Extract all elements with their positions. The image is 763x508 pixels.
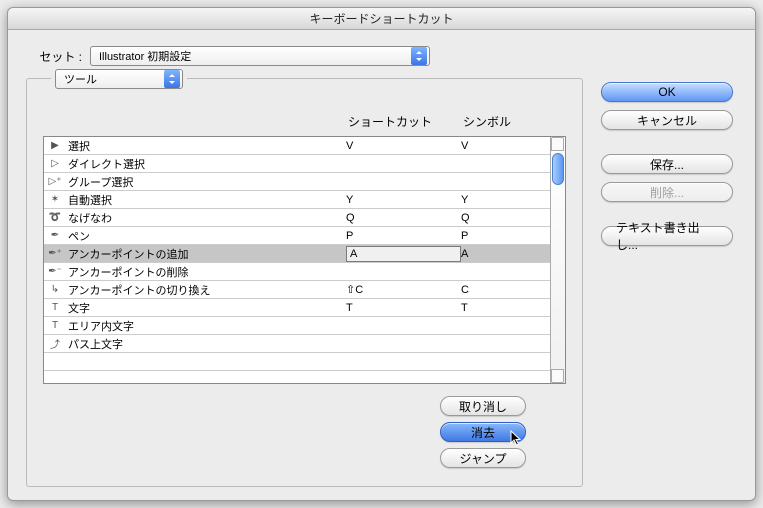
- tool-icon: T: [44, 320, 66, 331]
- table-row[interactable]: ✒⁺アンカーポイントの追加AA: [44, 245, 550, 263]
- table-row[interactable]: T文字TT: [44, 299, 550, 317]
- shortcut-cell[interactable]: ⇧C: [346, 283, 461, 296]
- tool-name: グループ選択: [66, 174, 346, 190]
- side-buttons: OK キャンセル 保存... 削除... テキスト書き出し...: [597, 78, 737, 487]
- shortcuts-dialog: キーボードショートカット セット : Illustrator 初期設定 ツール: [7, 7, 756, 501]
- table-row[interactable]: ▷⁺グループ選択: [44, 173, 550, 191]
- column-headers: ショートカット シンボル: [43, 113, 566, 130]
- jump-button[interactable]: ジャンプ: [440, 448, 526, 468]
- tool-icon: T: [44, 302, 66, 313]
- tools-panel: ツール ショートカット シンボル ▶選択VV▷ダイレクト選択▷⁺グループ選択✶自…: [26, 78, 583, 487]
- save-button[interactable]: 保存...: [601, 154, 733, 174]
- set-select[interactable]: Illustrator 初期設定: [90, 46, 430, 66]
- set-value: Illustrator 初期設定: [99, 48, 191, 64]
- set-label: セット :: [26, 48, 82, 65]
- symbol-cell: C: [461, 284, 550, 296]
- symbol-cell: T: [461, 302, 550, 314]
- shortcut-cell[interactable]: Y: [346, 194, 461, 206]
- tool-name: アンカーポイントの切り換え: [66, 282, 346, 298]
- symbol-cell: Y: [461, 194, 550, 206]
- delete-button: 削除...: [601, 182, 733, 202]
- shortcut-list: ▶選択VV▷ダイレクト選択▷⁺グループ選択✶自動選択YY➰なげなわQQ✒ペンPP…: [43, 136, 566, 384]
- scrollbar-thumb[interactable]: [552, 153, 564, 185]
- category-select[interactable]: ツール: [55, 69, 183, 89]
- tool-name: パス上文字: [66, 336, 346, 352]
- table-row[interactable]: ✶自動選択YY: [44, 191, 550, 209]
- shortcut-cell[interactable]: V: [346, 140, 461, 152]
- tool-name: ダイレクト選択: [66, 156, 346, 172]
- tool-name: エリア内文字: [66, 318, 346, 334]
- tool-name: 自動選択: [66, 192, 346, 208]
- symbol-cell: Q: [461, 212, 550, 224]
- table-row[interactable]: ✒⁻アンカーポイントの削除: [44, 263, 550, 281]
- symbol-cell: V: [461, 140, 550, 152]
- tool-icon: ↳: [44, 284, 66, 295]
- symbol-cell: A: [461, 248, 550, 260]
- shortcut-cell[interactable]: Q: [346, 212, 461, 224]
- tool-name: 選択: [66, 138, 346, 154]
- table-row[interactable]: ▶選択VV: [44, 137, 550, 155]
- shortcut-cell[interactable]: P: [346, 230, 461, 242]
- tool-icon: ✶: [44, 194, 66, 205]
- col-shortcut: ショートカット: [348, 113, 463, 130]
- tool-icon: ▷⁺: [44, 176, 66, 187]
- tool-icon: ✒⁻: [44, 266, 66, 277]
- category-value: ツール: [64, 71, 97, 87]
- table-row[interactable]: ⤴パス上文字: [44, 335, 550, 353]
- cursor-icon: [510, 430, 524, 451]
- table-row[interactable]: ➰なげなわQQ: [44, 209, 550, 227]
- tool-icon: ✒: [44, 230, 66, 241]
- table-row[interactable]: ▷ダイレクト選択: [44, 155, 550, 173]
- tool-name: なげなわ: [66, 210, 346, 226]
- dialog-title: キーボードショートカット: [8, 8, 755, 30]
- shortcut-cell[interactable]: T: [346, 302, 461, 314]
- tool-name: アンカーポイントの追加: [66, 246, 346, 262]
- tool-name: アンカーポイントの削除: [66, 264, 346, 280]
- tool-name: 文字: [66, 300, 346, 316]
- table-row[interactable]: ↳アンカーポイントの切り換え⇧CC: [44, 281, 550, 299]
- shortcut-cell[interactable]: A: [346, 246, 461, 262]
- cancel-button[interactable]: キャンセル: [601, 110, 733, 130]
- undo-button[interactable]: 取り消し: [440, 396, 526, 416]
- scrollbar[interactable]: [550, 137, 565, 383]
- dropdown-arrows-icon: [411, 47, 427, 65]
- tool-icon: ➰: [44, 212, 66, 223]
- table-row[interactable]: Tエリア内文字: [44, 317, 550, 335]
- tool-icon: ⤴: [44, 336, 66, 351]
- symbol-cell: P: [461, 230, 550, 242]
- ok-button[interactable]: OK: [601, 82, 733, 102]
- tool-name: ペン: [66, 228, 346, 244]
- set-row: セット : Illustrator 初期設定: [26, 46, 737, 66]
- export-button[interactable]: テキスト書き出し...: [601, 226, 733, 246]
- table-row[interactable]: ✒ペンPP: [44, 227, 550, 245]
- dropdown-arrows-icon: [164, 70, 180, 88]
- table-row: [44, 353, 550, 371]
- tool-icon: ▶: [44, 140, 66, 151]
- col-symbol: シンボル: [463, 113, 566, 130]
- tool-icon: ▷: [44, 158, 66, 169]
- tool-icon: ✒⁺: [44, 248, 66, 259]
